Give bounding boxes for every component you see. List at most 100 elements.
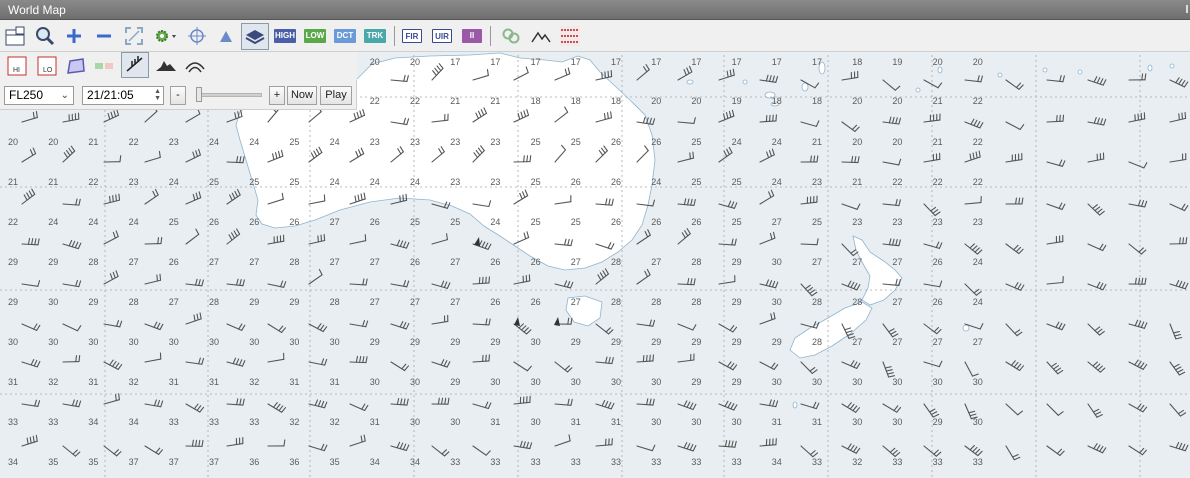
profile-icon[interactable] <box>529 24 553 48</box>
barb-feather <box>115 394 117 402</box>
flight-level-value: FL250 <box>9 88 44 102</box>
chevron-down-icon: ⌄ <box>60 90 69 101</box>
terrain-icon[interactable] <box>154 54 178 78</box>
barb-feather <box>523 155 525 163</box>
zoom-out-icon[interactable] <box>92 24 116 48</box>
temperature-label: 33 <box>48 417 58 427</box>
fit-view-icon-svg <box>125 27 143 45</box>
temperature-label: 24 <box>973 257 983 267</box>
now-button[interactable]: Now <box>287 86 317 105</box>
temperature-label: 35 <box>88 457 98 467</box>
crosshair-icon[interactable] <box>185 24 209 48</box>
temperature-label: 25 <box>732 177 742 187</box>
barb-feather <box>1182 237 1185 245</box>
island <box>742 79 748 85</box>
temperature-label: 17 <box>611 57 621 67</box>
temperature-label: 21 <box>490 96 500 106</box>
temperature-label: 30 <box>651 417 661 427</box>
barb-feather <box>607 112 609 120</box>
time-slider[interactable] <box>196 93 262 97</box>
barb-feather <box>160 237 163 245</box>
temperature-label: 29 <box>732 297 742 307</box>
lo-chart-button[interactable]: LO <box>35 54 59 78</box>
zoom-in-icon[interactable] <box>62 24 86 48</box>
low-badge-button[interactable]: LOW <box>304 29 326 43</box>
temperature-label: 29 <box>691 337 701 347</box>
hi-chart-button[interactable]: HI <box>5 54 29 78</box>
temperature-label: 23 <box>410 137 420 147</box>
temperature-label: 20 <box>370 57 380 67</box>
temperature-label: 26 <box>169 257 179 267</box>
temperature-label: 28 <box>611 257 621 267</box>
temperature-label: 22 <box>973 177 983 187</box>
temperature-label: 30 <box>88 337 98 347</box>
temperature-label: 27 <box>571 257 581 267</box>
temperature-label: 17 <box>531 57 541 67</box>
area-icon[interactable] <box>64 54 88 78</box>
metar-icon[interactable] <box>558 24 582 48</box>
crosshair-icon-svg <box>188 27 206 45</box>
time-spinner[interactable]: 21/21:05 ▲ ▼ <box>82 86 164 105</box>
temperature-label: 18 <box>571 96 581 106</box>
island <box>792 401 798 409</box>
temperature-label: 21 <box>852 177 862 187</box>
temperature-label: 26 <box>289 217 299 227</box>
temperature-label: 26 <box>933 257 943 267</box>
barbs-toggle-button[interactable] <box>121 52 149 78</box>
temperature-label: 18 <box>852 57 862 67</box>
temperature-label: 30 <box>571 377 581 387</box>
step-forward-label: + <box>273 89 281 101</box>
dct-badge-button[interactable]: DCT <box>334 29 356 43</box>
temperature-label: 28 <box>691 257 701 267</box>
temperature-label: 29 <box>732 257 742 267</box>
temperature-label: 24 <box>370 177 380 187</box>
zoom-out-icon-svg <box>97 34 111 38</box>
settings-icon[interactable] <box>152 24 180 48</box>
barb-shaft <box>800 243 818 246</box>
temperature-label: 30 <box>973 417 983 427</box>
hi-chart-icon: HI <box>7 56 27 76</box>
triangle-icon[interactable] <box>214 24 238 48</box>
ii-badge-button[interactable]: II <box>462 29 482 43</box>
temperature-label: 34 <box>410 457 420 467</box>
flight-level-select[interactable]: FL250 ⌄ <box>4 86 74 105</box>
temperature-label: 27 <box>370 297 380 307</box>
temperature-label: 24 <box>169 177 179 187</box>
zoom-icon[interactable] <box>33 24 57 48</box>
toggle-icon[interactable] <box>92 54 116 78</box>
step-forward-button[interactable]: + <box>269 86 285 105</box>
temperature-label: 31 <box>812 417 822 427</box>
link-icon[interactable] <box>499 24 523 48</box>
time-slider-thumb[interactable] <box>196 87 202 102</box>
temperature-label: 30 <box>852 417 862 427</box>
temperature-label: 17 <box>772 57 782 67</box>
profile-icon-svg <box>531 31 551 43</box>
layout-icon[interactable] <box>3 24 27 48</box>
temperature-label: 30 <box>410 417 420 427</box>
island <box>997 72 1003 78</box>
play-button[interactable]: Play <box>320 86 352 105</box>
temperature-label: 30 <box>611 377 621 387</box>
temperature-label: 30 <box>772 297 782 307</box>
fir-badge-button[interactable]: FIR <box>402 29 422 43</box>
barb-shaft <box>677 283 695 286</box>
temperature-label: 29 <box>651 337 661 347</box>
contour-icon[interactable] <box>183 54 207 78</box>
temperature-label: 29 <box>611 337 621 347</box>
spinner-arrows-icon[interactable]: ▲ ▼ <box>154 88 161 102</box>
step-back-button[interactable]: - <box>170 86 186 105</box>
fit-view-icon[interactable] <box>122 24 146 48</box>
temperature-label: 20 <box>691 96 701 106</box>
high-badge-button[interactable]: HIGH <box>274 29 296 43</box>
temperature-label: 25 <box>289 177 299 187</box>
uir-badge-button[interactable]: UIR <box>432 29 452 43</box>
contour-icon-svg <box>185 62 205 73</box>
temperature-label: 24 <box>772 177 782 187</box>
temperature-label: 23 <box>852 217 862 227</box>
trk-badge-button[interactable]: TRK <box>364 29 386 43</box>
temperature-label: 30 <box>531 377 541 387</box>
temperature-label: 27 <box>973 337 983 347</box>
temperature-label: 27 <box>892 257 902 267</box>
layers-icon[interactable] <box>241 23 269 50</box>
temperature-label: 25 <box>531 217 541 227</box>
